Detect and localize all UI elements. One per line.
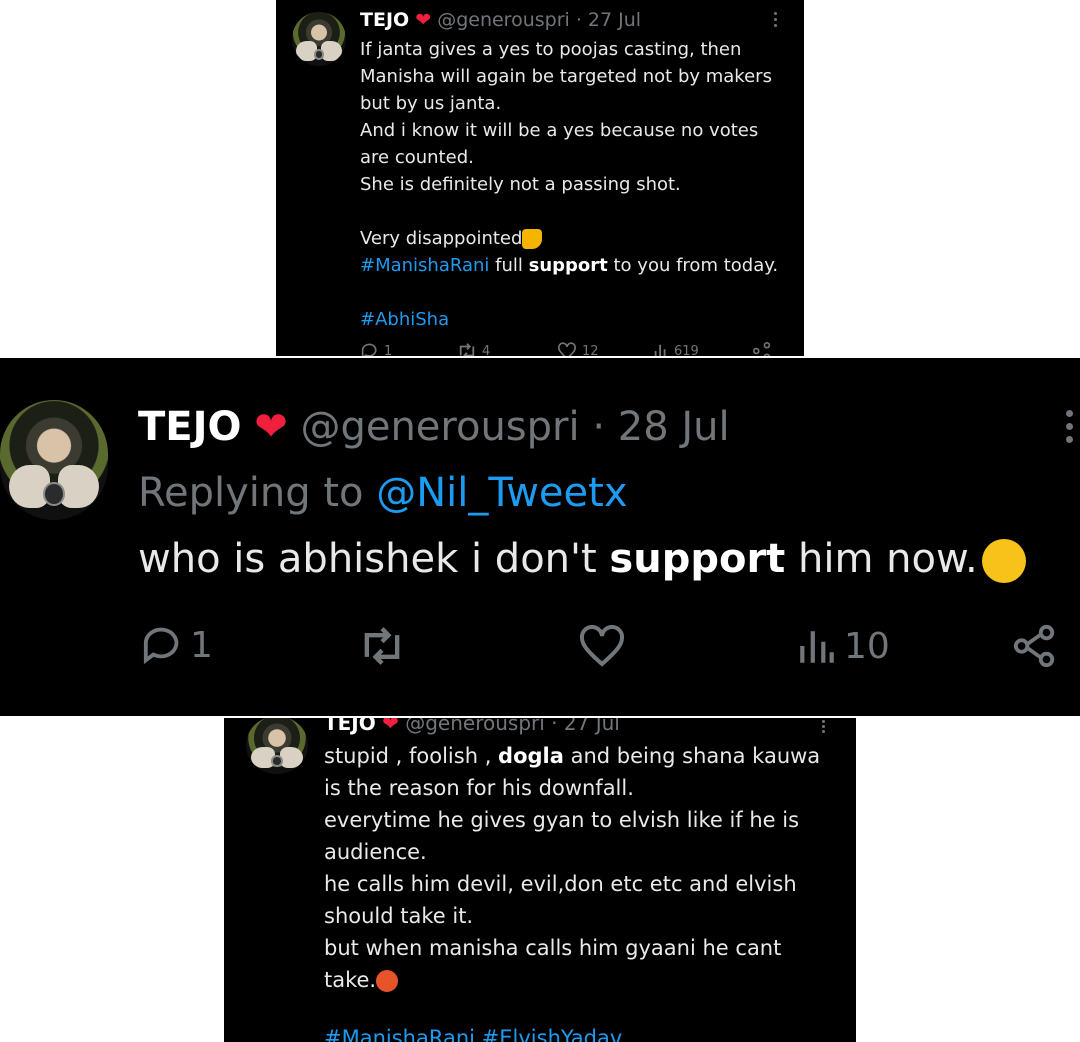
heart-icon: ❤ <box>415 9 432 31</box>
text-line: everytime he gives gyan to elvish like i… <box>324 808 800 832</box>
avatar-wing-right <box>321 41 342 61</box>
tweet-date[interactable]: 28 Jul <box>618 404 730 450</box>
text-line: but when manisha calls him gyaani he can… <box>324 936 782 960</box>
heart-icon: ❤ <box>254 404 288 450</box>
like-button[interactable]: 12 <box>556 342 599 356</box>
replying-to: Replying to @Nil_Tweetx <box>138 470 628 516</box>
views-count: 619 <box>674 343 699 357</box>
reply-icon <box>361 343 377 356</box>
separator-dot: · <box>575 9 582 31</box>
more-options-icon[interactable] <box>774 12 777 27</box>
text-line: If janta gives a yes to poojas casting, … <box>360 39 742 60</box>
share-icon <box>1013 624 1055 668</box>
tweet-header: TEJO ❤ @generouspri · 27 Jul <box>360 8 641 32</box>
like-icon <box>579 625 625 667</box>
heart-icon: ❤ <box>382 718 399 735</box>
tweet-header: TEJO ❤ @generouspri · 27 Jul <box>324 718 620 736</box>
avatar-wing-right <box>58 464 100 508</box>
retweet-button[interactable]: 4 <box>456 342 490 356</box>
like-count: 12 <box>582 343 599 357</box>
text-line: #ManishaRani #ElvishYadav <box>324 1022 820 1042</box>
text-line: And i know it will be a yes because no v… <box>360 120 759 141</box>
views-icon <box>654 344 666 356</box>
tweet-date[interactable]: 27 Jul <box>588 9 641 31</box>
tweet-header: TEJO ❤ @generouspri · 28 Jul <box>138 402 730 452</box>
text-line: #ManishaRani full support to you from to… <box>360 255 779 276</box>
retweet-icon <box>364 627 400 665</box>
text-line: Very disappointed <box>360 225 778 252</box>
avatar-wing-right <box>279 747 304 769</box>
reply-button[interactable]: 1 <box>140 624 213 666</box>
text-line: but by us janta. <box>360 93 502 114</box>
retweet-count: 4 <box>482 343 491 357</box>
separator-dot: · <box>551 718 558 735</box>
tweet-middle[interactable]: TEJO ❤ @generouspri · 28 Jul Replying to… <box>0 358 1080 716</box>
text-line: he calls him devil, evil,don etc etc and… <box>324 872 797 896</box>
text-line: audience. <box>324 840 427 864</box>
tweet-bottom[interactable]: TEJO ❤ @generouspri · 27 Jul stupid , fo… <box>224 718 856 1042</box>
views-button[interactable]: 619 <box>652 342 699 356</box>
share-button[interactable] <box>1012 624 1058 668</box>
more-options-icon[interactable] <box>1066 410 1073 443</box>
cursing-face-emoji <box>376 970 399 992</box>
tweet-text: If janta gives a yes to poojas casting, … <box>360 36 778 333</box>
text-line: #AbhiSha <box>360 306 778 333</box>
text-line: Manisha will again be targeted not by ma… <box>360 66 772 87</box>
separator-dot: · <box>592 404 606 450</box>
text-line: take. <box>324 964 820 996</box>
reply-count: 1 <box>384 343 393 357</box>
text-line: should take it. <box>324 904 474 928</box>
reply-icon <box>143 627 179 665</box>
user-handle[interactable]: @generouspri <box>405 718 545 735</box>
rolling-laughing-emoji <box>981 539 1026 583</box>
display-name[interactable]: TEJO <box>138 404 242 450</box>
tweet-top[interactable]: TEJO ❤ @generouspri · 27 Jul If janta gi… <box>276 0 804 356</box>
retweet-icon <box>459 343 475 356</box>
hashtag-link[interactable]: #ManishaRani #ElvishYadav <box>324 1026 622 1042</box>
tweet-text: stupid , foolish , dogla and being shana… <box>324 740 820 1042</box>
hashtag-link[interactable]: #AbhiSha <box>360 309 449 330</box>
avatar-medal <box>313 48 325 60</box>
text-line: are counted. <box>360 147 474 168</box>
avatar[interactable] <box>246 718 308 774</box>
text-line: She is definitely not a passing shot. <box>360 174 681 195</box>
user-handle[interactable]: @generouspri <box>437 9 570 31</box>
user-handle[interactable]: @generouspri <box>300 404 579 450</box>
views-icon <box>800 631 834 663</box>
retweet-button[interactable] <box>356 624 408 668</box>
more-options-icon[interactable] <box>822 720 825 733</box>
mention-link[interactable]: @Nil_Tweetx <box>376 470 627 516</box>
avatar-medal <box>43 481 65 506</box>
hashtag-link[interactable]: #ManishaRani <box>360 255 489 276</box>
views-button[interactable]: 10 <box>796 624 890 668</box>
display-name[interactable]: TEJO <box>324 718 376 735</box>
display-name[interactable]: TEJO <box>360 9 409 31</box>
share-button[interactable] <box>752 342 772 356</box>
like-icon <box>558 342 576 356</box>
views-count: 10 <box>844 625 890 667</box>
tweet-date[interactable]: 27 Jul <box>564 718 620 735</box>
text-line: is the reason for his downfall. <box>324 776 634 800</box>
avatar[interactable] <box>0 400 108 520</box>
thumbs-down-emoji <box>522 229 543 249</box>
avatar[interactable] <box>292 12 346 66</box>
action-bar: 1 10 <box>140 620 1070 670</box>
reply-count: 1 <box>190 624 213 666</box>
reply-button[interactable]: 1 <box>360 342 392 356</box>
like-button[interactable] <box>578 624 626 668</box>
avatar-wing-left <box>8 464 50 508</box>
tweet-text: who is abhishek i don't support him now. <box>138 534 1026 584</box>
action-bar: 1 4 12 619 <box>360 340 780 356</box>
share-icon <box>753 342 771 356</box>
text-line: stupid , foolish , dogla and being shana… <box>324 744 821 768</box>
